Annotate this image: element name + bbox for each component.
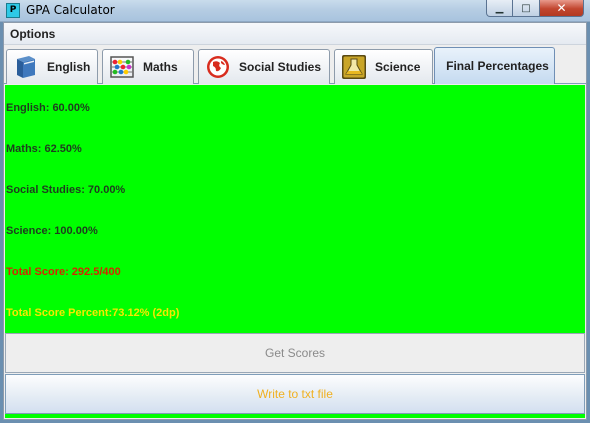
menu-options[interactable]: Options xyxy=(4,27,61,41)
title-bar[interactable]: P GPA Calculator ▁ □ ✕ xyxy=(0,0,590,22)
minimize-icon: ▁ xyxy=(495,2,504,14)
english-result: English: 60.00% xyxy=(6,102,90,114)
tab-social-studies-label: Social Studies xyxy=(239,60,322,74)
maximize-icon: □ xyxy=(521,2,531,14)
get-scores-button[interactable]: Get Scores xyxy=(5,333,585,373)
social-studies-result: Social Studies: 70.00% xyxy=(6,184,126,196)
close-icon: ✕ xyxy=(556,1,567,15)
tab-science-label: Science xyxy=(375,60,421,74)
science-result: Science: 100.00% xyxy=(6,225,98,237)
flask-icon xyxy=(339,52,369,82)
write-to-file-button[interactable]: Write to txt file xyxy=(5,374,585,414)
tab-strip: English Maths Social Studies Science Fin… xyxy=(4,46,586,84)
tab-english-label: English xyxy=(47,60,91,74)
close-button[interactable]: ✕ xyxy=(540,0,584,17)
results-panel: English: 60.00% Maths: 62.50% Social Stu… xyxy=(5,85,585,333)
book-icon xyxy=(11,52,41,82)
tab-maths-label: Maths xyxy=(143,60,178,74)
total-score: Total Score: 292.5/400 xyxy=(6,266,121,278)
tab-final-percentages[interactable]: Final Percentages xyxy=(434,47,555,84)
maths-result: Maths: 62.50% xyxy=(6,143,82,155)
window-controls: ▁ □ ✕ xyxy=(486,0,584,17)
window-client-area: Options English Maths Social Studies Sci… xyxy=(3,22,587,420)
total-score-percent: Total Score Percent:73.12% (2dp) xyxy=(6,307,180,319)
abacus-icon xyxy=(107,52,137,82)
app-icon: P xyxy=(6,3,20,18)
bottom-strip xyxy=(5,414,585,418)
maximize-button[interactable]: □ xyxy=(513,0,540,17)
globe-icon xyxy=(203,52,233,82)
menu-bar: Options xyxy=(4,23,586,45)
tab-english[interactable]: English xyxy=(6,49,98,84)
tab-final-percentages-label: Final Percentages xyxy=(446,59,549,73)
tab-science[interactable]: Science xyxy=(334,49,433,84)
minimize-button[interactable]: ▁ xyxy=(486,0,513,17)
tab-maths[interactable]: Maths xyxy=(102,49,194,84)
tab-social-studies[interactable]: Social Studies xyxy=(198,49,330,84)
window-title: GPA Calculator xyxy=(26,3,115,17)
